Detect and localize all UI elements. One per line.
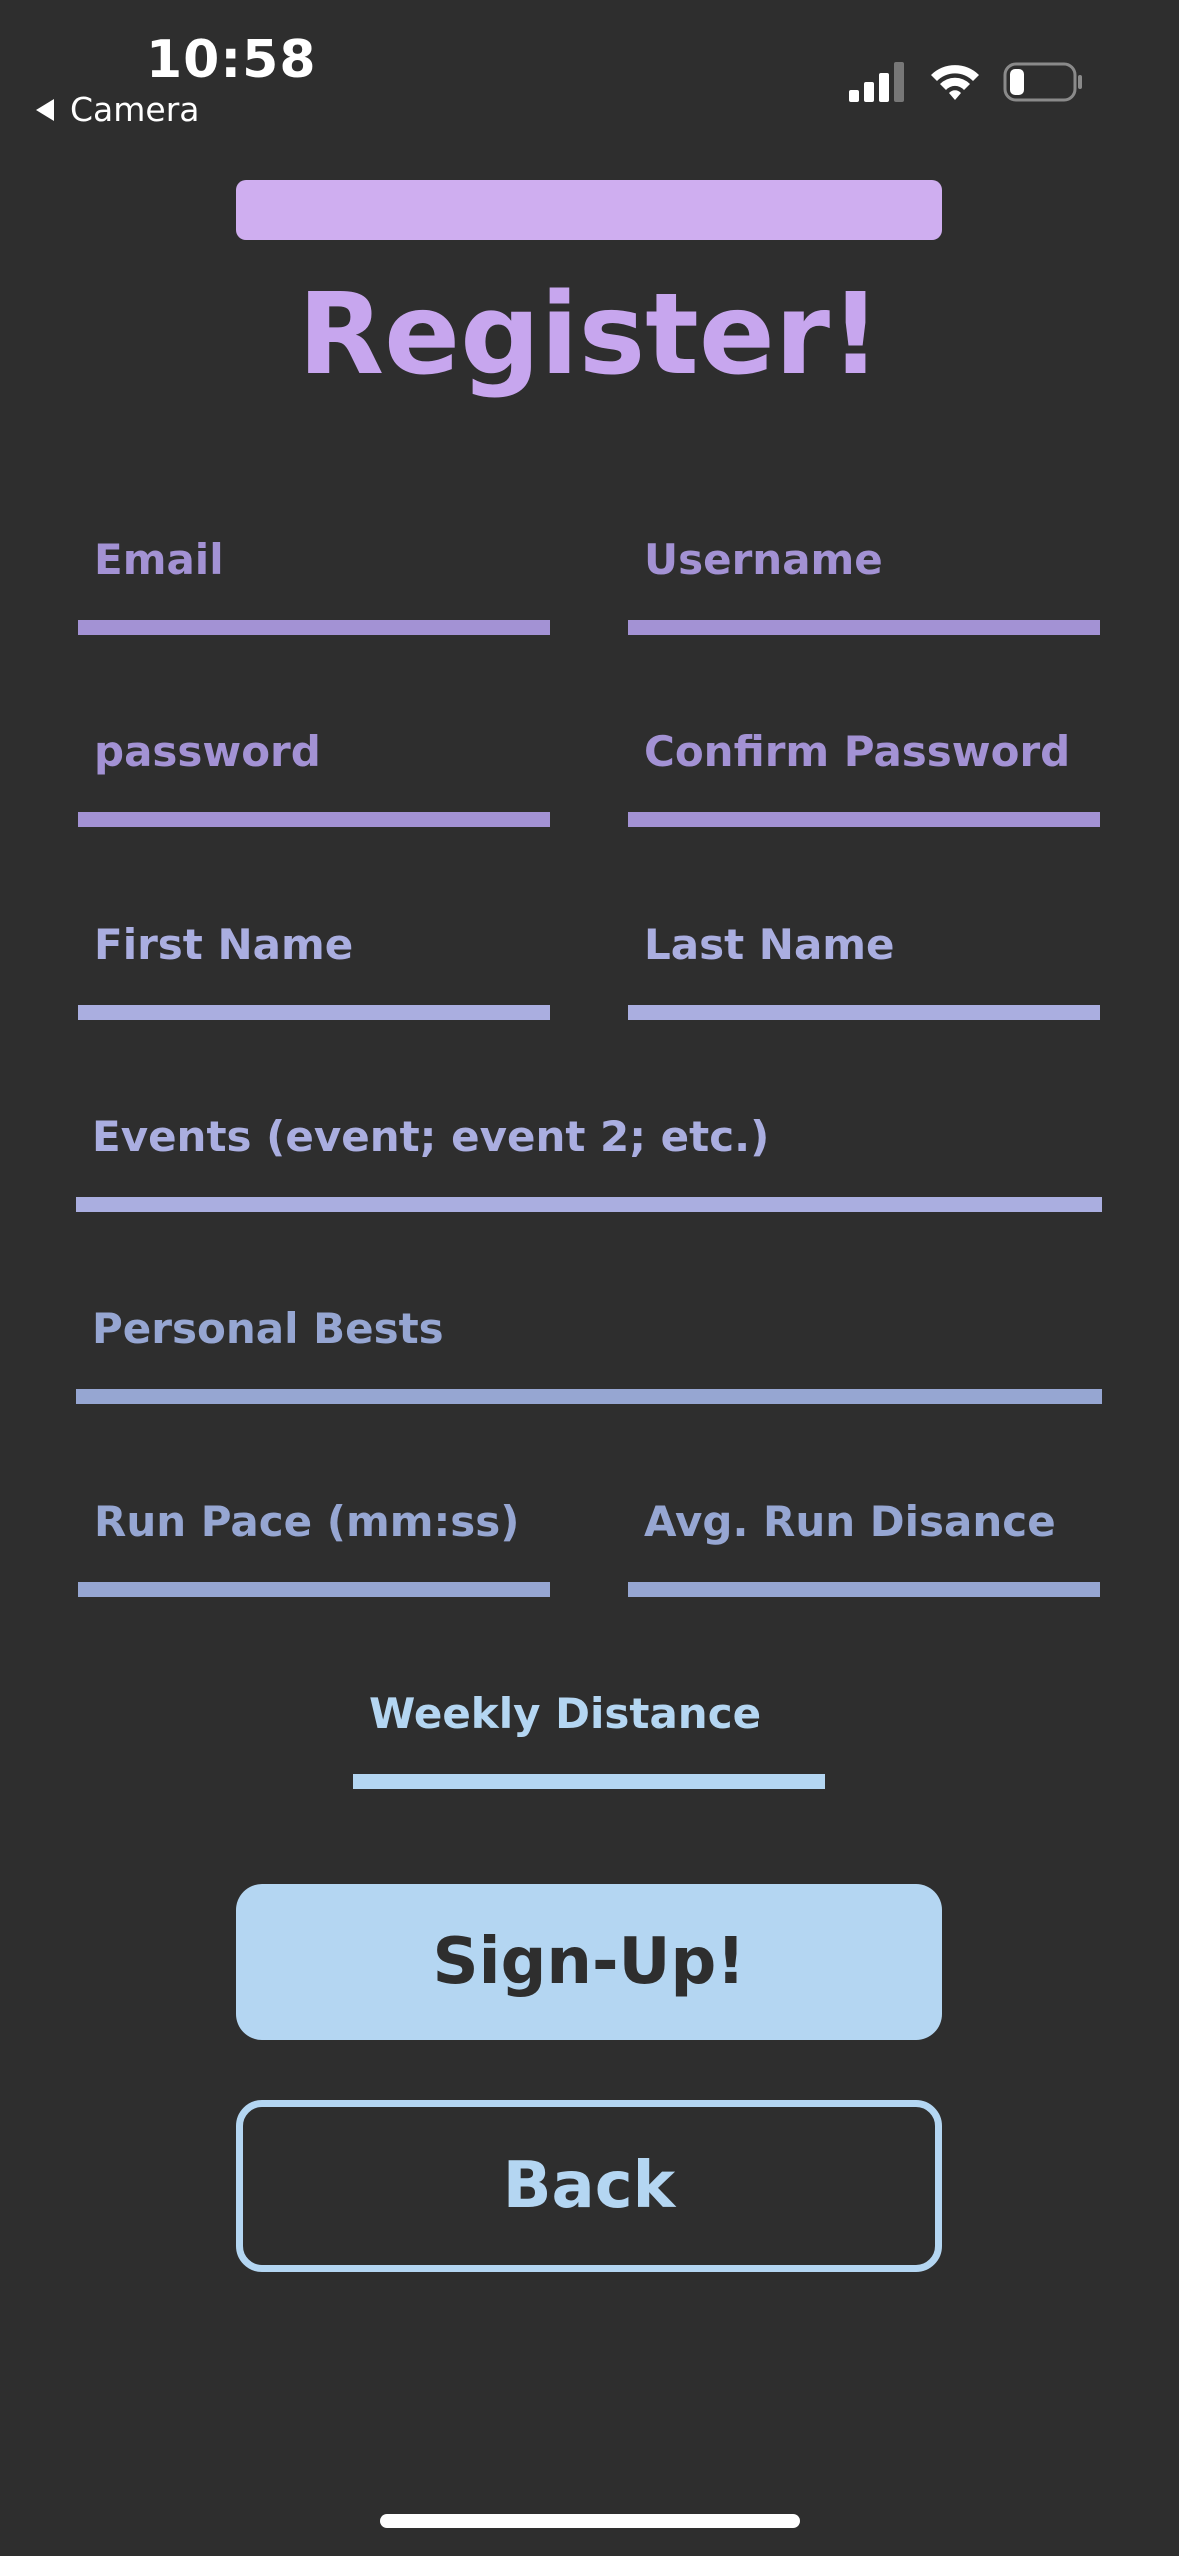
username-field[interactable]: Username bbox=[628, 535, 1100, 635]
first-name-label: First Name bbox=[94, 920, 354, 969]
weekly-distance-underline bbox=[353, 1774, 825, 1789]
cellular-signal-icon bbox=[849, 62, 904, 102]
password-underline bbox=[78, 812, 550, 827]
status-time: 10:58 bbox=[146, 30, 317, 90]
confirm-password-label: Confirm Password bbox=[644, 727, 1071, 776]
weekly-distance-field[interactable]: Weekly Distance bbox=[353, 1689, 825, 1789]
personal-bests-label: Personal Bests bbox=[92, 1304, 444, 1353]
email-field[interactable]: Email bbox=[78, 535, 550, 635]
run-pace-label: Run Pace (mm:ss) bbox=[94, 1497, 520, 1546]
password-label: password bbox=[94, 727, 321, 776]
last-name-field[interactable]: Last Name bbox=[628, 920, 1100, 1020]
run-pace-underline bbox=[78, 1582, 550, 1597]
avg-run-distance-underline bbox=[628, 1582, 1100, 1597]
back-button[interactable]: Back bbox=[236, 2100, 942, 2272]
battery-icon bbox=[1003, 62, 1082, 102]
password-field[interactable]: password bbox=[78, 727, 550, 827]
avg-run-distance-field[interactable]: Avg. Run Disance bbox=[628, 1497, 1100, 1597]
events-field[interactable]: Events (event; event 2; etc.) bbox=[76, 1112, 1102, 1212]
back-triangle-icon bbox=[36, 98, 54, 121]
back-app-label: Camera bbox=[70, 90, 200, 129]
personal-bests-underline bbox=[76, 1389, 1102, 1404]
register-screen: 10:58 Camera Register! Email Username pa… bbox=[0, 0, 1179, 2556]
back-to-camera-link[interactable]: Camera bbox=[36, 90, 200, 129]
events-underline bbox=[76, 1197, 1102, 1212]
weekly-distance-label: Weekly Distance bbox=[369, 1689, 762, 1738]
last-name-underline bbox=[628, 1005, 1100, 1020]
first-name-underline bbox=[78, 1005, 550, 1020]
page-title: Register! bbox=[297, 270, 882, 400]
email-label: Email bbox=[94, 535, 224, 584]
personal-bests-field[interactable]: Personal Bests bbox=[76, 1304, 1102, 1404]
confirm-password-underline bbox=[628, 812, 1100, 827]
events-label: Events (event; event 2; etc.) bbox=[92, 1112, 770, 1161]
confirm-password-field[interactable]: Confirm Password bbox=[628, 727, 1100, 827]
last-name-label: Last Name bbox=[644, 920, 895, 969]
status-icons bbox=[849, 62, 1083, 102]
top-decorative-bar bbox=[236, 180, 942, 240]
home-indicator[interactable] bbox=[380, 2514, 800, 2528]
first-name-field[interactable]: First Name bbox=[78, 920, 550, 1020]
run-pace-field[interactable]: Run Pace (mm:ss) bbox=[78, 1497, 550, 1597]
username-label: Username bbox=[644, 535, 883, 584]
wifi-icon bbox=[931, 65, 979, 100]
signup-button[interactable]: Sign-Up! bbox=[236, 1884, 942, 2040]
username-underline bbox=[628, 620, 1100, 635]
email-underline bbox=[78, 620, 550, 635]
avg-run-distance-label: Avg. Run Disance bbox=[644, 1497, 1056, 1546]
